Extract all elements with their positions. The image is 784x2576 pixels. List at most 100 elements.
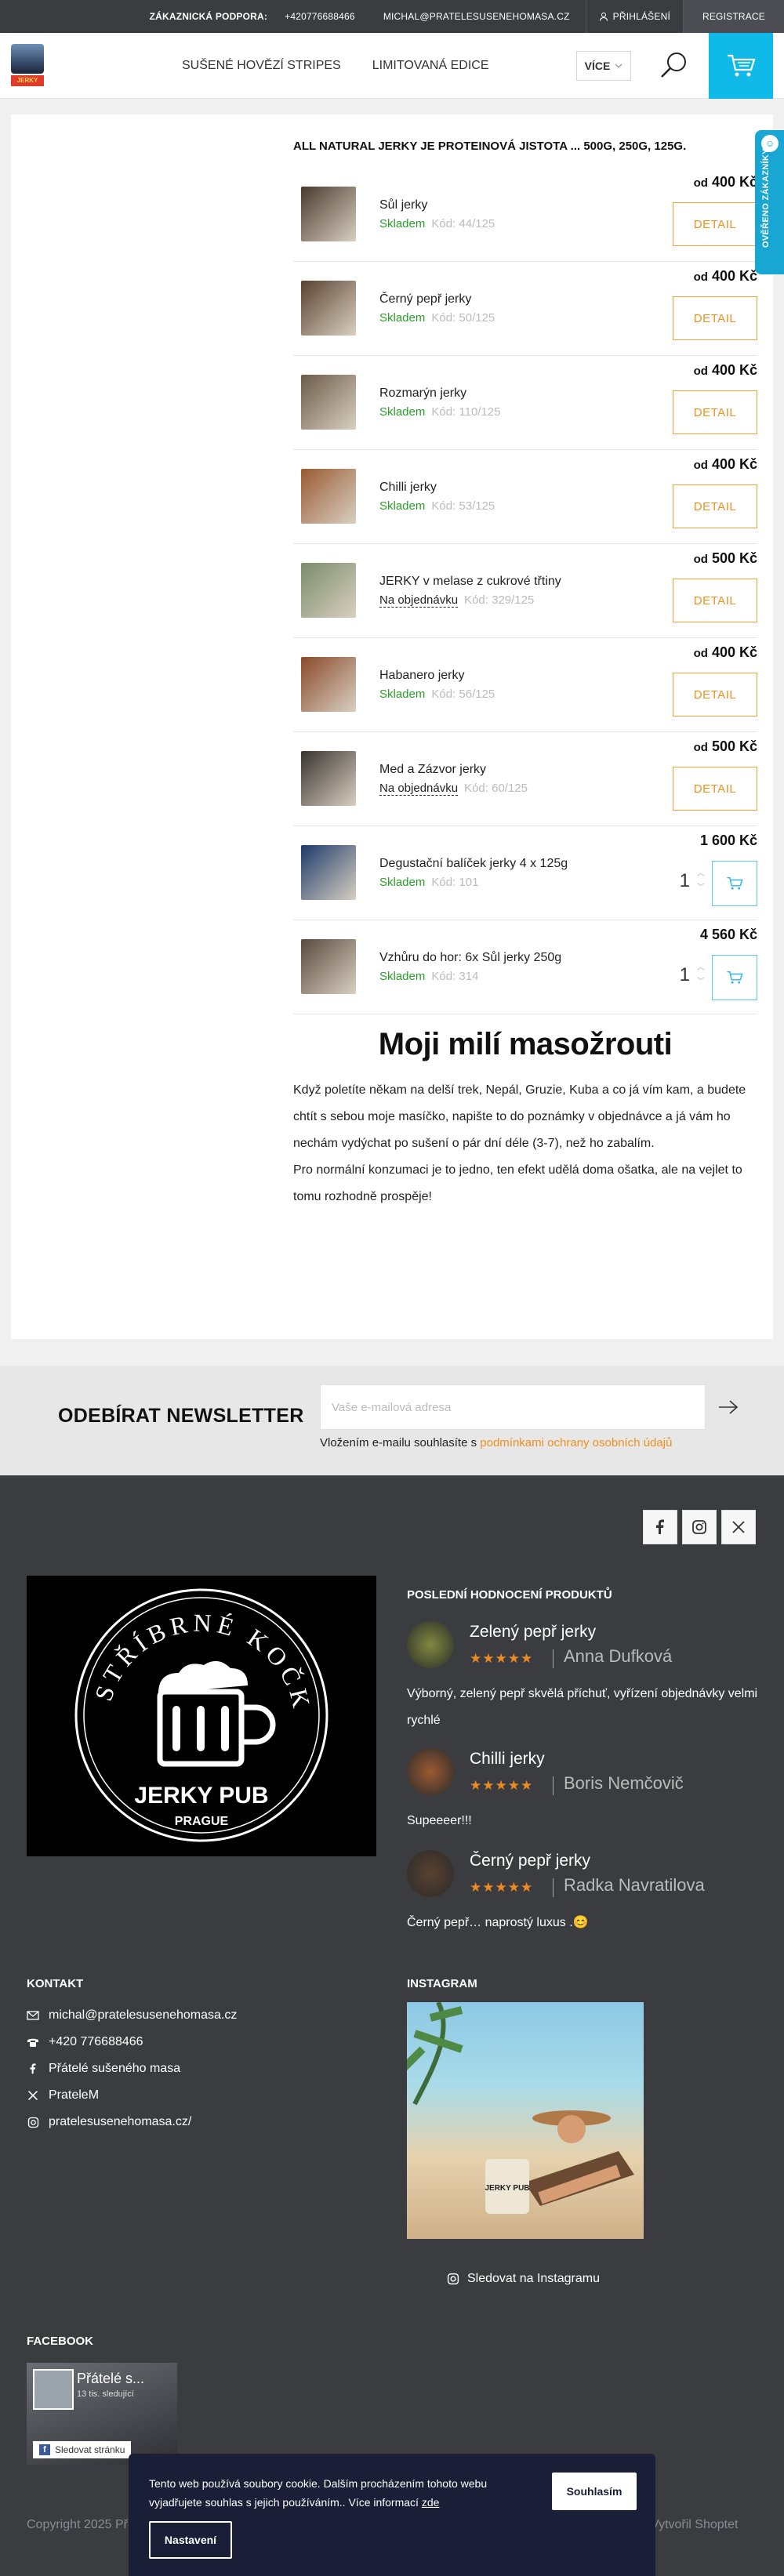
cookie-accept-button[interactable]: Souhlasím <box>552 2473 637 2510</box>
facebook-follow-button[interactable]: f Sledovat stránku <box>33 2441 132 2458</box>
cookie-text: Tento web používá soubory cookie. Dalším… <box>149 2474 517 2512</box>
cookie-settings-button[interactable]: Nastavení <box>149 2521 232 2559</box>
quantity-up-icon[interactable]: ︿ <box>696 867 706 881</box>
review-divider <box>553 1649 554 1668</box>
stock-status: Skladem <box>379 688 426 701</box>
register-link[interactable]: REGISTRACE <box>682 0 784 33</box>
contact-link[interactable]: michal@pratelesusenehomasa.cz <box>27 2008 237 2023</box>
product-name-link[interactable]: Med a Zázvor jerky <box>379 763 486 777</box>
content-heading: Moji milí masožrouti <box>378 1027 673 1061</box>
cookie-banner: Tento web používá soubory cookie. Dalším… <box>129 2454 655 2576</box>
instagram-social-button[interactable] <box>682 1510 717 1544</box>
product-name-link[interactable]: Habanero jerky <box>379 669 465 683</box>
product-thumbnail[interactable] <box>301 469 356 524</box>
cart-icon <box>727 971 743 984</box>
instagram-bag-text: JERKY PUB <box>485 2184 529 2193</box>
support-email-link[interactable]: MICHAL@PRATELESUSENEHOMASA.CZ <box>383 11 570 22</box>
quantity-stepper[interactable]: ︿ ﹀ <box>696 961 706 989</box>
facebook-social-button[interactable] <box>643 1510 677 1544</box>
cart-button[interactable] <box>709 33 773 99</box>
product-thumbnail[interactable] <box>301 657 356 712</box>
review-product-image[interactable] <box>407 1748 454 1795</box>
cookie-more-info-link[interactable]: zde <box>422 2496 440 2509</box>
review-stars: ★★★★★ <box>470 1778 534 1793</box>
contact-link[interactable]: +420 776688466 <box>27 2035 143 2049</box>
contact-link[interactable]: pratelesusenehomasa.cz/ <box>27 2115 191 2129</box>
made-by-link[interactable]: Vytvořil Shoptet <box>651 2518 738 2532</box>
product-row: Med a Zázvor jerky Na objednávku Kód: 60/1… <box>293 732 757 826</box>
quantity-input[interactable]: 1 <box>680 964 690 986</box>
product-detail-button[interactable]: DETAIL <box>673 579 757 622</box>
product-name-link[interactable]: JERKY v melase z cukrové třtiny <box>379 575 561 589</box>
product-detail-button[interactable]: DETAIL <box>673 202 757 246</box>
instagram-icon <box>447 2273 459 2285</box>
stock-status: Skladem <box>379 405 426 419</box>
contact-link[interactable]: PrateleM <box>27 2088 99 2103</box>
product-row: Habanero jerky Skladem Kód: 56/125 od 400 K… <box>293 638 757 732</box>
quantity-input[interactable]: 1 <box>680 870 690 892</box>
privacy-policy-link[interactable]: podmínkami ochrany osobních údajů <box>480 1436 672 1449</box>
search-button[interactable] <box>659 50 690 82</box>
product-thumbnail[interactable] <box>301 187 356 241</box>
review-product-name[interactable]: Chilli jerky <box>470 1750 545 1769</box>
product-availability: Skladem Kód: 44/125 <box>379 217 495 230</box>
nav-item-limited[interactable]: LIMITOVANÁ EDICE <box>372 59 489 73</box>
product-name-link[interactable]: Vzhůru do hor: 6x Sůl jerky 250g <box>379 951 561 965</box>
arrow-right-icon <box>719 1400 739 1414</box>
product-name-link[interactable]: Chilli jerky <box>379 481 437 495</box>
contact-link[interactable]: Přátelé sušeného masa <box>27 2062 180 2076</box>
product-thumbnail[interactable] <box>301 845 356 900</box>
instagram-post-image[interactable]: JERKY PUB <box>396 2001 644 2239</box>
newsletter-email-input[interactable]: Vaše e-mailová adresa <box>320 1384 706 1430</box>
product-detail-button[interactable]: DETAIL <box>673 296 757 340</box>
product-name-link[interactable]: Sůl jerky <box>379 198 427 212</box>
site-logo[interactable]: JERKY <box>9 42 45 89</box>
consent-text: Vložením e-mailu souhlasíte s <box>320 1436 477 1449</box>
product-row: Sůl jerky Skladem Kód: 44/125 od 400 Kč DETA… <box>293 168 757 262</box>
facebook-followers: 13 tis. sledující <box>77 2389 134 2399</box>
product-code: Kód: 110/125 <box>431 405 501 419</box>
product-detail-button[interactable]: DETAIL <box>673 484 757 528</box>
quantity-down-icon[interactable]: ﹀ <box>696 881 706 895</box>
product-detail-button[interactable]: DETAIL <box>673 390 757 434</box>
follow-instagram-link[interactable]: Sledovat na Instagramu <box>447 2272 600 2286</box>
price-value: 400 Kč <box>711 362 757 378</box>
quantity-up-icon[interactable]: ︿ <box>696 961 706 975</box>
verified-by-customers-badge[interactable]: ☺ OVĚŘENO ZÁKAZNÍKY <box>755 130 784 274</box>
product-thumbnail[interactable] <box>301 281 356 336</box>
jerky-pub-banner: U STŘÍBRNÉ KOČKY JERKY PUB PRAGUE <box>15 1553 376 1856</box>
product-row: Rozmarýn jerky Skladem Kód: 110/125 od 400 … <box>293 356 757 450</box>
price-prefix: od <box>693 741 708 754</box>
product-thumbnail[interactable] <box>301 939 356 994</box>
product-code: Kód: 50/125 <box>431 311 495 325</box>
add-to-cart-button[interactable] <box>712 861 757 906</box>
product-detail-button[interactable]: DETAIL <box>673 673 757 717</box>
review-product-name[interactable]: Černý pepř jerky <box>470 1852 590 1870</box>
x-icon <box>732 1521 745 1533</box>
nav-item-stripes[interactable]: SUŠENÉ HOVĚZÍ STRIPES <box>182 59 341 73</box>
product-name-link[interactable]: Degustační balíček jerky 4 x 125g <box>379 857 568 871</box>
more-menu-button[interactable]: VÍCE <box>576 51 631 81</box>
quantity-stepper[interactable]: ︿ ﹀ <box>696 867 706 895</box>
support-phone-link[interactable]: +420776688466 <box>285 11 355 22</box>
cart-icon <box>727 876 743 890</box>
product-name-link[interactable]: Rozmarýn jerky <box>379 386 466 401</box>
review-product-name[interactable]: Zelený pepř jerky <box>470 1623 596 1642</box>
product-thumbnail[interactable] <box>301 751 356 806</box>
add-to-cart-button[interactable] <box>712 955 757 1000</box>
facebook-page-widget[interactable]: Přátelé s... 13 tis. sledující f Sledovat… <box>27 2363 177 2465</box>
product-thumbnail[interactable] <box>301 563 356 618</box>
product-name-link[interactable]: Černý pepř jerky <box>379 292 471 307</box>
product-price: od 400 Kč <box>694 268 757 285</box>
review-author: Boris Nemčovič <box>564 1773 684 1793</box>
stock-status: Skladem <box>379 876 426 889</box>
x-social-button[interactable] <box>721 1510 756 1544</box>
login-link[interactable]: PŘIHLÁŠENÍ <box>585 0 683 33</box>
price-value: 400 Kč <box>711 268 757 284</box>
review-product-image[interactable] <box>407 1621 454 1668</box>
newsletter-submit-button[interactable] <box>706 1384 751 1430</box>
quantity-down-icon[interactable]: ﹀ <box>696 975 706 989</box>
product-detail-button[interactable]: DETAIL <box>673 767 757 811</box>
product-thumbnail[interactable] <box>301 375 356 430</box>
review-product-image[interactable] <box>407 1850 454 1897</box>
